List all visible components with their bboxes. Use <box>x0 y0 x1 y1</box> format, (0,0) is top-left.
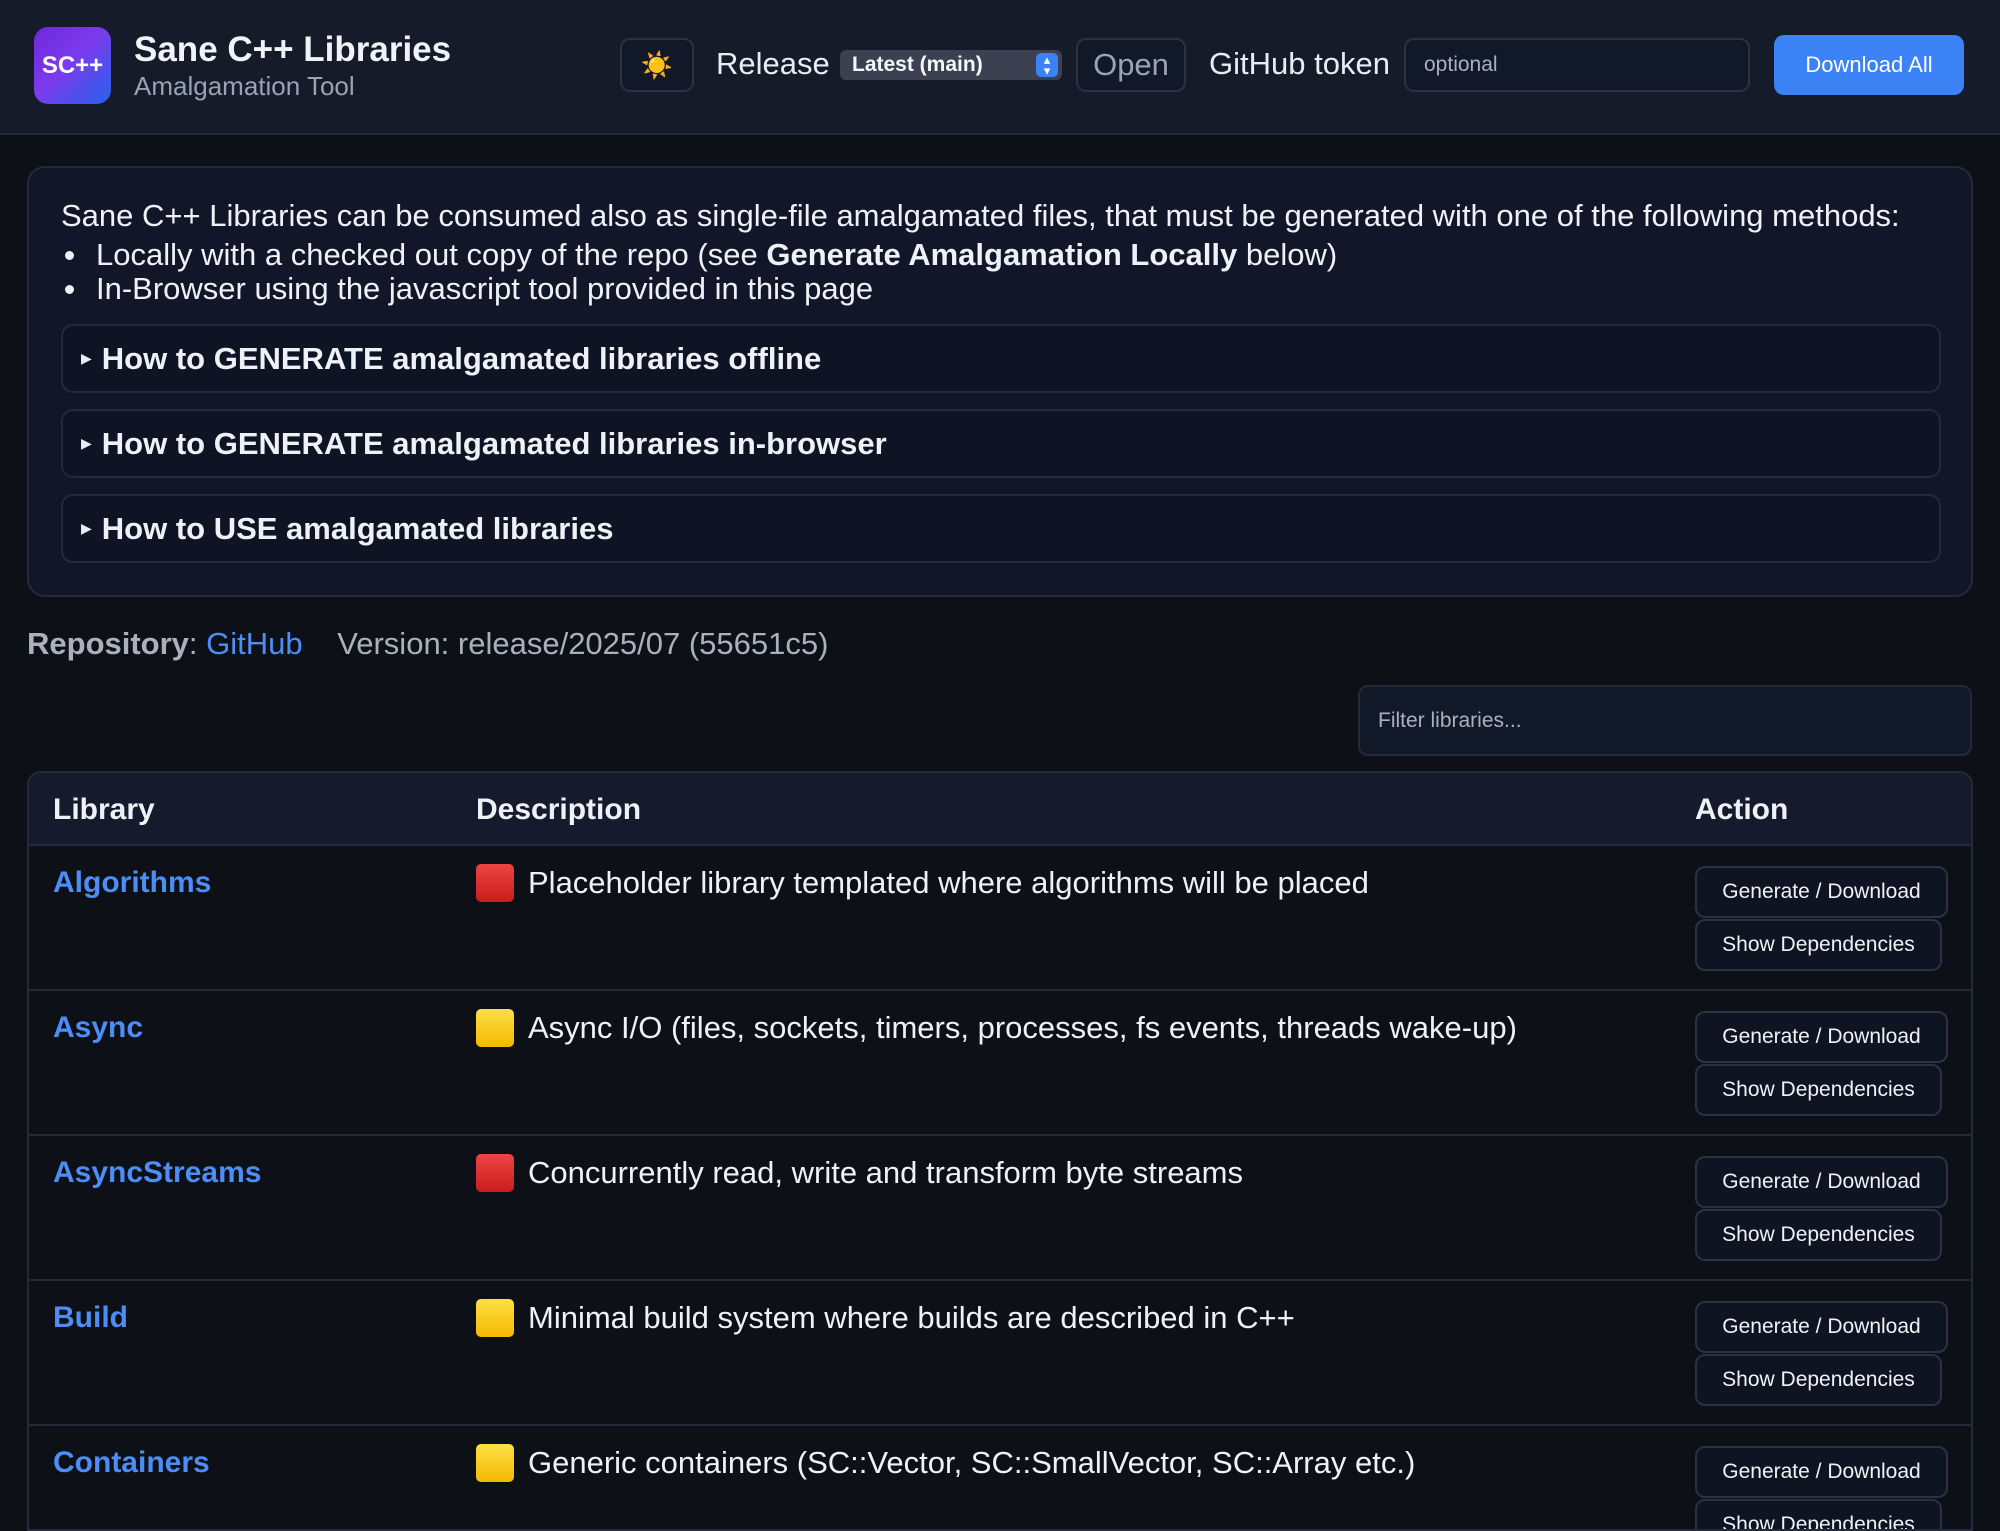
column-header-action: Action <box>1695 793 1789 826</box>
generate-download-button[interactable]: Generate / Download <box>1695 1156 1948 1208</box>
select-arrows-icon: ▴ ▾ <box>1036 53 1058 77</box>
show-dependencies-button[interactable]: Show Dependencies <box>1695 1499 1942 1529</box>
show-dependencies-button[interactable]: Show Dependencies <box>1695 1354 1942 1406</box>
bullet-text-bold: Generate Amalgamation Locally <box>766 237 1238 272</box>
table-row: Containers Generic containers (SC::Vecto… <box>29 1426 1971 1529</box>
description-text: Async I/O (files, sockets, timers, proce… <box>528 1010 1517 1045</box>
table-row: Build Minimal build system where builds … <box>29 1281 1971 1426</box>
description-text: Minimal build system where builds are de… <box>528 1300 1295 1335</box>
library-link[interactable]: Build <box>53 1301 128 1335</box>
library-link[interactable]: Async <box>53 1011 143 1045</box>
details-generate-in-browser[interactable]: ▶ How to GENERATE amalgamated libraries … <box>61 409 1941 478</box>
library-link[interactable]: Containers <box>53 1446 210 1480</box>
app-subtitle: Amalgamation Tool <box>134 71 355 101</box>
filter-libraries-input[interactable] <box>1358 685 1972 756</box>
release-select[interactable]: Latest (main) ▴ ▾ <box>840 50 1062 80</box>
open-button[interactable]: Open <box>1076 38 1186 92</box>
show-dependencies-button[interactable]: Show Dependencies <box>1695 1209 1942 1261</box>
bullet-text: In-Browser using the javascript tool pro… <box>96 271 874 306</box>
release-label: Release <box>716 46 830 81</box>
info-card: Sane C++ Libraries can be consumed also … <box>27 166 1973 597</box>
app-logo: SC++ <box>34 27 111 104</box>
status-red-square-icon <box>476 864 514 902</box>
intro-text: Sane C++ Libraries can be consumed also … <box>61 198 1900 233</box>
download-all-button[interactable]: Download All <box>1774 35 1964 95</box>
library-description: Minimal build system where builds are de… <box>476 1299 1295 1337</box>
sun-icon: ☀️ <box>640 49 674 80</box>
column-header-library: Library <box>53 793 155 826</box>
library-description: Generic containers (SC::Vector, SC::Smal… <box>476 1444 1415 1482</box>
status-red-square-icon <box>476 1154 514 1192</box>
library-description: Placeholder library templated where algo… <box>476 864 1369 902</box>
show-dependencies-button[interactable]: Show Dependencies <box>1695 919 1942 971</box>
status-yellow-square-icon <box>476 1009 514 1047</box>
description-text: Placeholder library templated where algo… <box>528 865 1369 900</box>
disclosure-triangle-icon: ▶ <box>81 435 92 451</box>
theme-toggle-button[interactable]: ☀️ <box>620 38 694 92</box>
disclosure-triangle-icon: ▶ <box>81 520 92 536</box>
generate-download-button[interactable]: Generate / Download <box>1695 1011 1948 1063</box>
column-header-description: Description <box>476 793 642 826</box>
details-use-amalgamated[interactable]: ▶ How to USE amalgamated libraries <box>61 494 1941 563</box>
library-link[interactable]: AsyncStreams <box>53 1156 261 1190</box>
description-text: Concurrently read, write and transform b… <box>528 1155 1243 1190</box>
table-header: Library Description Action <box>29 773 1971 846</box>
github-token-label: GitHub token <box>1209 46 1390 81</box>
repository-label: Repository <box>27 626 189 661</box>
generate-download-button[interactable]: Generate / Download <box>1695 1301 1948 1353</box>
libraries-table: Library Description Action Algorithms Pl… <box>27 771 1973 1531</box>
generate-download-button[interactable]: Generate / Download <box>1695 1446 1948 1498</box>
description-text: Generic containers (SC::Vector, SC::Smal… <box>528 1445 1416 1480</box>
repository-info: Repository: GitHub Version: release/2025… <box>27 626 828 662</box>
library-description: Concurrently read, write and transform b… <box>476 1154 1243 1192</box>
details-summary: How to GENERATE amalgamated libraries in… <box>101 425 887 461</box>
details-summary: How to USE amalgamated libraries <box>101 510 614 546</box>
release-select-value: Latest (main) <box>852 53 983 76</box>
app-title: Sane C++ Libraries <box>134 30 452 69</box>
table-row: AsyncStreams Concurrently read, write an… <box>29 1136 1971 1281</box>
github-token-input[interactable] <box>1404 38 1750 92</box>
repository-separator: : <box>188 626 198 661</box>
generate-download-button[interactable]: Generate / Download <box>1695 866 1948 918</box>
github-link[interactable]: GitHub <box>206 626 302 661</box>
app-header: SC++ Sane C++ Libraries Amalgamation Too… <box>0 0 2000 135</box>
version-text: Version: release/2025/07 (55651c5) <box>337 626 829 661</box>
bullet-icon <box>65 284 74 294</box>
show-dependencies-button[interactable]: Show Dependencies <box>1695 1064 1942 1116</box>
methods-list: Locally with a checked out copy of the r… <box>61 237 1338 306</box>
details-generate-offline[interactable]: ▶ How to GENERATE amalgamated libraries … <box>61 324 1941 393</box>
library-link[interactable]: Algorithms <box>53 866 211 900</box>
status-yellow-square-icon <box>476 1444 514 1482</box>
bullet-icon <box>65 250 74 260</box>
bullet-text-post: below) <box>1237 237 1338 272</box>
list-item: In-Browser using the javascript tool pro… <box>61 271 1337 306</box>
table-row: Async Async I/O (files, sockets, timers,… <box>29 991 1971 1136</box>
list-item: Locally with a checked out copy of the r… <box>61 237 1338 272</box>
disclosure-triangle-icon: ▶ <box>81 350 92 366</box>
bullet-text-pre: Locally with a checked out copy of the r… <box>96 237 767 272</box>
library-description: Async I/O (files, sockets, timers, proce… <box>476 1009 1517 1047</box>
details-summary: How to GENERATE amalgamated libraries of… <box>101 340 822 376</box>
status-yellow-square-icon <box>476 1299 514 1337</box>
table-row: Algorithms Placeholder library templated… <box>29 846 1971 991</box>
